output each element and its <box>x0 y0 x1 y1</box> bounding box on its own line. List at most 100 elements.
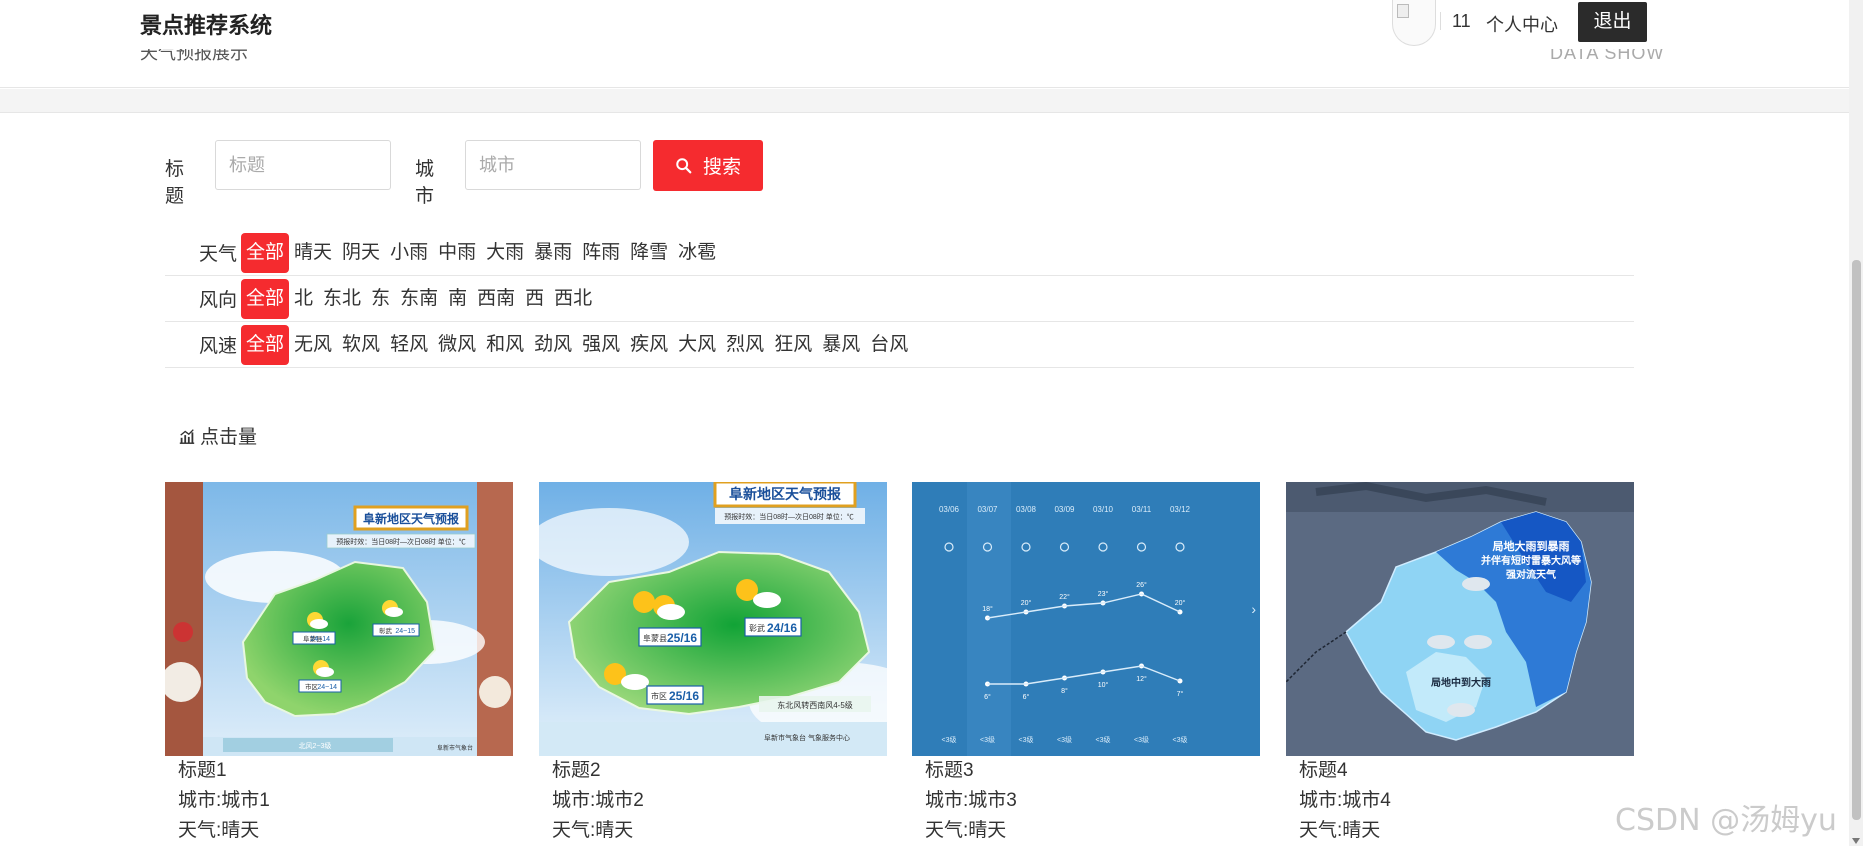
filter-option[interactable]: 强风 <box>577 325 625 365</box>
page-scrollbar[interactable] <box>1849 0 1863 846</box>
forecast-wind: <3级 <box>942 735 957 744</box>
low-temp-label: 12° <box>1136 675 1147 683</box>
scroll-down-arrow-icon[interactable] <box>1852 838 1860 844</box>
card-title[interactable]: 标题4 <box>1286 756 1634 786</box>
filter-option[interactable]: 烈风 <box>721 325 769 365</box>
filter-option[interactable]: 全部 <box>241 232 290 273</box>
high-temp-label: 26° <box>1136 581 1147 589</box>
title-search-input[interactable] <box>215 140 391 190</box>
filter-option[interactable]: 南 <box>443 279 472 319</box>
filter-option[interactable]: 西北 <box>549 279 597 319</box>
card-weather: 天气:晴天 <box>178 820 260 841</box>
filter-option[interactable]: 小雨 <box>385 233 433 273</box>
forecast-date: 03/06 <box>939 505 960 514</box>
username[interactable]: 11 <box>1452 11 1471 32</box>
filter-option[interactable]: 轻风 <box>385 325 433 365</box>
filter-option[interactable]: 软风 <box>337 325 385 365</box>
filter-option[interactable]: 全部 <box>241 278 290 319</box>
filter-option[interactable]: 东北 <box>318 279 366 319</box>
forecast-date: 03/10 <box>1093 505 1114 514</box>
card-title[interactable]: 标题2 <box>539 756 887 786</box>
map-title: 阜新地区天气预报 <box>729 486 841 502</box>
map-note: 局地中到大雨 <box>1430 676 1491 689</box>
map-temp: 24~15 <box>395 628 415 635</box>
attraction-card[interactable]: 03/06 <3级 03/07 <3级 03/08 <3级 03/09 <3级 03/10 <3级… <box>912 482 1260 846</box>
search-button[interactable]: 搜索 <box>653 140 763 191</box>
filter-row-wind-speed: 风速 全部 无风 软风 轻风 微风 和风 劲风 强风 疾风 大风 烈风 狂风 暴风 台风 <box>165 322 1634 368</box>
user-avatar[interactable] <box>1392 0 1436 46</box>
filter-option[interactable]: 阵雨 <box>577 233 625 273</box>
filter-option[interactable]: 狂风 <box>769 325 817 365</box>
card-weather: 天气:晴天 <box>1299 820 1381 841</box>
attraction-card[interactable]: 局地大雨到暴雨 并伴有短时雷暴大风等 强对流天气 局地中到大雨 标题4 城市:城… <box>1286 482 1634 846</box>
scrollbar-thumb[interactable] <box>1852 260 1861 820</box>
filter-option[interactable]: 大雨 <box>481 233 529 273</box>
filter-option[interactable]: 暴风 <box>817 325 865 365</box>
map-temp: 24/16 <box>767 621 797 635</box>
title-label: 标题 <box>165 159 185 207</box>
card-image-rain-map[interactable]: 局地大雨到暴雨 并伴有短时雷暴大风等 强对流天气 局地中到大雨 <box>1286 482 1634 756</box>
trend-chart-icon <box>179 428 195 444</box>
low-temp-label: 10° <box>1098 681 1109 689</box>
map-subtitle: 预报时效：当日08时—次日08时 单位：℃ <box>724 512 854 521</box>
map-temp: 25/16 <box>667 631 697 645</box>
filter-option[interactable]: 西 <box>520 279 549 319</box>
user-center-link[interactable]: 个人中心 <box>1486 11 1558 37</box>
filter-option[interactable]: 降雪 <box>625 233 673 273</box>
map-note: 并伴有短时雷暴大风等 <box>1481 554 1581 567</box>
forecast-wind: <3级 <box>1096 735 1111 744</box>
filter-option[interactable]: 劲风 <box>529 325 577 365</box>
card-image-forecast-chart[interactable]: 03/06 <3级 03/07 <3级 03/08 <3级 03/09 <3级 03/10 <3级… <box>912 482 1260 756</box>
filter-option[interactable]: 无风 <box>289 325 337 365</box>
filter-option[interactable]: 北 <box>289 279 318 319</box>
filter-option[interactable]: 冰雹 <box>673 233 721 273</box>
forecast-date: 03/12 <box>1170 505 1191 514</box>
filter-option[interactable]: 疾风 <box>625 325 673 365</box>
map-town: 阜蒙县 <box>643 633 667 643</box>
filter-option[interactable]: 全部 <box>241 324 290 365</box>
map-temp: 25/16 <box>669 689 699 703</box>
card-city: 城市:城市2 <box>552 790 644 811</box>
filter-label-weather: 天气 <box>199 244 238 265</box>
filter-option[interactable]: 中雨 <box>433 233 481 273</box>
chevron-right-icon: › <box>1251 601 1256 617</box>
filter-option[interactable]: 和风 <box>481 325 529 365</box>
top-nav-bar: 景点推荐系统 天气预报展示 DATA SHOW 11 个人中心 退出 <box>0 0 1849 88</box>
filter-option[interactable]: 东南 <box>395 279 443 319</box>
filter-option[interactable]: 微风 <box>433 325 481 365</box>
card-title[interactable]: 标题3 <box>912 756 1260 786</box>
filter-option[interactable]: 阴天 <box>337 233 385 273</box>
filter-option[interactable]: 西南 <box>472 279 520 319</box>
filter-option[interactable]: 东 <box>366 279 395 319</box>
forecast-wind: <3级 <box>1019 735 1034 744</box>
site-brand[interactable]: 景点推荐系统 <box>140 8 272 40</box>
page-subtitle-en-clipped: DATA SHOW <box>1550 49 1665 61</box>
card-image-weather-map[interactable]: 阜新地区天气预报 预报时效：当日08时—次日08时 单位：℃ 阜蒙县 24~14… <box>165 482 513 756</box>
high-temp-label: 23° <box>1098 590 1109 598</box>
high-temp-label: 20° <box>1021 599 1032 607</box>
low-temp-label: 7° <box>1177 690 1184 698</box>
filter-option[interactable]: 台风 <box>865 325 913 365</box>
card-title[interactable]: 标题1 <box>165 756 513 786</box>
map-wind: 北风2~3级 <box>299 741 332 750</box>
attraction-card[interactable]: 阜新地区天气预报 预报时效：当日08时—次日08时 单位：℃ 阜蒙县 24~14… <box>165 482 513 846</box>
high-temp-label: 18° <box>982 605 993 613</box>
logout-button[interactable]: 退出 <box>1578 2 1647 42</box>
city-search-input[interactable] <box>465 140 641 190</box>
map-town: 彰武 <box>749 623 765 633</box>
card-city: 城市:城市4 <box>1299 790 1391 811</box>
attraction-card[interactable]: 阜新地区天气预报 预报时效：当日08时—次日08时 单位：℃ 阜蒙县 25/16… <box>539 482 887 846</box>
high-temp-label: 20° <box>1175 599 1186 607</box>
map-note: 强对流天气 <box>1506 568 1556 581</box>
watermark: CSDN @汤姆yu <box>1615 803 1837 838</box>
forecast-date: 03/07 <box>977 505 998 514</box>
attraction-card-grid: 阜新地区天气预报 预报时效：当日08时—次日08时 单位：℃ 阜蒙县 24~14… <box>165 482 1634 846</box>
map-wind: 东北风转西南风4-5级 <box>777 700 853 710</box>
header-band <box>0 89 1849 113</box>
filter-option[interactable]: 晴天 <box>289 233 337 273</box>
card-image-weather-map[interactable]: 阜新地区天气预报 预报时效：当日08时—次日08时 单位：℃ 阜蒙县 25/16… <box>539 482 887 756</box>
low-temp-label: 8° <box>1061 687 1068 695</box>
filter-option[interactable]: 大风 <box>673 325 721 365</box>
filter-option[interactable]: 暴雨 <box>529 233 577 273</box>
forecast-wind: <3级 <box>1134 735 1149 744</box>
